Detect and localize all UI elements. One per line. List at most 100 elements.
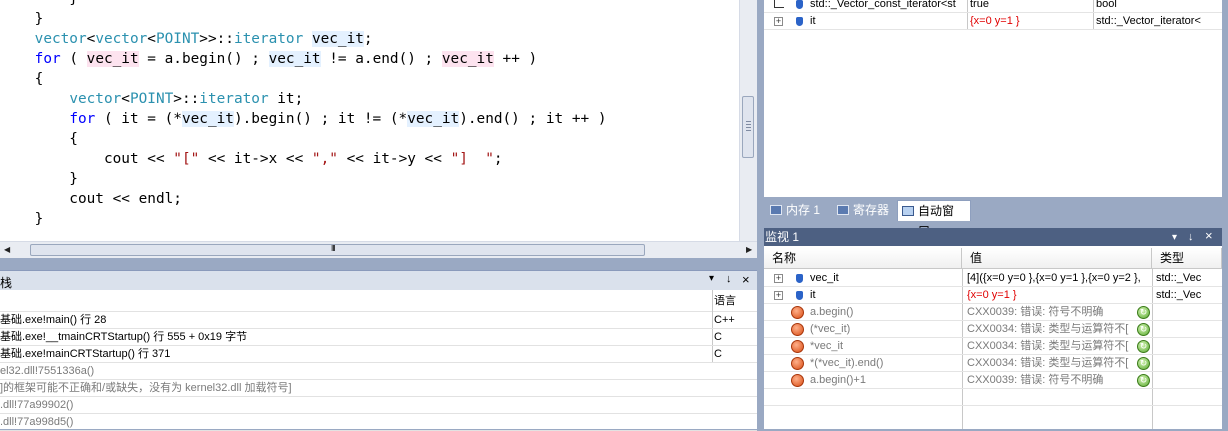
callstack-row[interactable]: 基础.exe!main() 行 28 C++	[0, 312, 757, 329]
code-token: >>::	[199, 31, 234, 47]
watch-type: std::_Vec	[1156, 289, 1202, 301]
scroll-right-arrow-icon[interactable]: ▶	[746, 245, 752, 255]
code-line[interactable]: }	[0, 0, 78, 9]
watch-row[interactable]: ↻ *vec_it CXX0034: 错误: 类型与运算符不[	[764, 338, 1222, 355]
autos-type: std::_Vector_iterator<	[1096, 15, 1201, 27]
autos-window: std::_Vector_const_iterator<st true bool+ i…	[764, 0, 1222, 197]
refresh-icon[interactable]: ↻	[1137, 357, 1150, 370]
column-header-name[interactable]: 名称	[764, 248, 962, 269]
variable-icon	[796, 291, 803, 300]
code-token: vec_it	[181, 111, 234, 127]
column-header-language[interactable]: 语言	[714, 295, 736, 307]
editor-vertical-scroll-thumb[interactable]	[742, 96, 754, 158]
watch-type	[1156, 338, 1220, 355]
code-line[interactable]: for ( it = (*vec_it).begin() ; it != (*v…	[0, 109, 607, 129]
callstack-row[interactable]: el32.dll!7551336a()	[0, 363, 757, 380]
code-line[interactable]: vector<POINT>::iterator it;	[0, 89, 303, 109]
callstack-title: 栈	[0, 276, 13, 290]
expand-icon[interactable]: +	[774, 274, 783, 283]
code-token: vector	[34, 31, 87, 47]
watch-row[interactable]: + it {x=0 y=1 } std::_Vec	[764, 287, 1222, 304]
code-token: ;	[363, 31, 373, 47]
code-line[interactable]: {	[0, 129, 78, 149]
refresh-icon[interactable]: ↻	[1137, 340, 1150, 353]
code-token: it;	[268, 91, 304, 107]
tab-autos[interactable]: 自动窗口	[897, 200, 971, 238]
pin-icon[interactable]: ↓	[726, 273, 732, 285]
watch-window: 名称 值 类型 + vec_it [4]({x=0 y=0 },{x=0 y=1 }…	[764, 246, 1222, 429]
code-token: != a.end() ;	[320, 51, 442, 67]
code-token: "["	[173, 151, 200, 167]
autos-type: bool	[1096, 0, 1117, 10]
watch-row[interactable]: ↻ a.begin()+1 CXX0039: 错误: 符号不明确	[764, 372, 1222, 389]
expand-icon[interactable]: +	[774, 17, 783, 26]
watch-row[interactable]: ↻ *(*vec_it).end() CXX0034: 错误: 类型与运算符不[	[764, 355, 1222, 372]
close-icon[interactable]: ×	[742, 272, 750, 287]
callstack-row[interactable]: .dll!77a998d5()	[0, 414, 757, 431]
code-token: cout << endl;	[0, 191, 182, 207]
dropdown-icon[interactable]: ▾	[1172, 229, 1177, 247]
column-header-value[interactable]: 值	[962, 248, 1152, 269]
scroll-left-arrow-icon[interactable]: ◀	[4, 245, 10, 255]
watch-row[interactable]: ↻ a.begin() CXX0039: 错误: 符号不明确	[764, 304, 1222, 321]
watch-value: [4]({x=0 y=0 },{x=0 y=1 },{x=0 y=2 },	[967, 272, 1141, 284]
code-line[interactable]: cout << endl;	[0, 189, 182, 209]
code-line[interactable]: }	[0, 209, 44, 229]
callstack-row[interactable]: .dll!77a99902()	[0, 397, 757, 414]
code-line[interactable]: vector<vector<POINT>>::iterator vec_it;	[0, 29, 373, 49]
watch-type	[1156, 321, 1220, 338]
close-icon[interactable]: ×	[1205, 227, 1213, 245]
dropdown-icon[interactable]: ▾	[709, 273, 714, 284]
callstack-frame-name: .dll!77a99902()	[0, 399, 74, 411]
code-editor[interactable]: } } vector<vector<POINT>>::iterator vec_…	[0, 0, 757, 258]
code-token: >::	[173, 91, 200, 107]
refresh-icon[interactable]: ↻	[1137, 323, 1150, 336]
watch-name: (*vec_it)	[810, 323, 851, 335]
pin-icon[interactable]: ↓	[1188, 228, 1194, 246]
error-icon	[791, 374, 804, 387]
watch-row[interactable]: ↻ (*vec_it) CXX0034: 错误: 类型与运算符不[	[764, 321, 1222, 338]
callstack-frame-name: 基础.exe!__tmainCRTStartup() 行 555 + 0x19 …	[0, 331, 248, 343]
callstack-list: 语言 基础.exe!main() 行 28 C++ 基础.exe!__tmainCR…	[0, 290, 757, 431]
callstack-titlebar: 栈 ▾ ↓ ×	[0, 270, 757, 290]
code-token: ++ )	[493, 51, 538, 67]
autos-row[interactable]: std::_Vector_const_iterator<st true bool	[764, 0, 1222, 13]
watch-row[interactable]: + vec_it [4]({x=0 y=0 },{x=0 y=1 },{x=0 y=…	[764, 270, 1222, 287]
refresh-icon[interactable]: ↻	[1137, 374, 1150, 387]
code-line[interactable]: cout << "[" << it->x << "," << it->y << …	[0, 149, 503, 169]
debug-tab-bar: 内存 1 寄存器自动窗口	[764, 197, 1222, 238]
editor-horizontal-scroll-thumb[interactable]: III	[30, 244, 645, 256]
callstack-frame-language: C++	[712, 312, 757, 328]
callstack-row[interactable]: 基础.exe!mainCRTStartup() 行 371 C	[0, 346, 757, 363]
code-line[interactable]: }	[0, 169, 78, 189]
tab-registers[interactable]: 寄存器	[833, 200, 895, 221]
callstack-frame-language: C	[712, 329, 757, 345]
tab-memory[interactable]: 内存 1	[766, 200, 831, 221]
code-line[interactable]: for ( vec_it = a.begin() ; vec_it != a.e…	[0, 49, 537, 69]
code-line[interactable]: {	[0, 69, 44, 89]
autos-row[interactable]: + it {x=0 y=1 } std::_Vector_iterator<	[764, 13, 1222, 30]
watch-name: vec_it	[810, 272, 839, 284]
code-token: }	[0, 0, 78, 7]
code-token: << it->y <<	[337, 151, 451, 167]
watch-new-row[interactable]	[764, 389, 1222, 406]
column-header-type[interactable]: 类型	[1152, 248, 1222, 269]
callstack-frame-name: .dll!77a998d5()	[0, 416, 74, 428]
watch-titlebar: 监视 1 ▾ ↓ ×	[764, 228, 1222, 246]
callstack-row[interactable]: ]的框架可能不正确和/或缺失，没有为 kernel32.dll 加载符号]	[0, 380, 757, 397]
code-token: "] "	[450, 151, 494, 167]
autos-name: it	[810, 15, 816, 27]
code-token: vec_it	[268, 51, 321, 67]
refresh-icon[interactable]: ↻	[1137, 306, 1150, 319]
tab-label: 寄存器	[853, 203, 890, 217]
expand-icon[interactable]: +	[774, 291, 783, 300]
watch-value: CXX0034: 错误: 类型与运算符不[	[967, 340, 1129, 352]
code-line[interactable]: }	[0, 9, 44, 29]
callstack-row[interactable]: 基础.exe!__tmainCRTStartup() 行 555 + 0x19 …	[0, 329, 757, 346]
watch-type	[1156, 355, 1220, 372]
variable-icon	[796, 0, 803, 9]
watch-name: a.begin()	[810, 306, 854, 318]
